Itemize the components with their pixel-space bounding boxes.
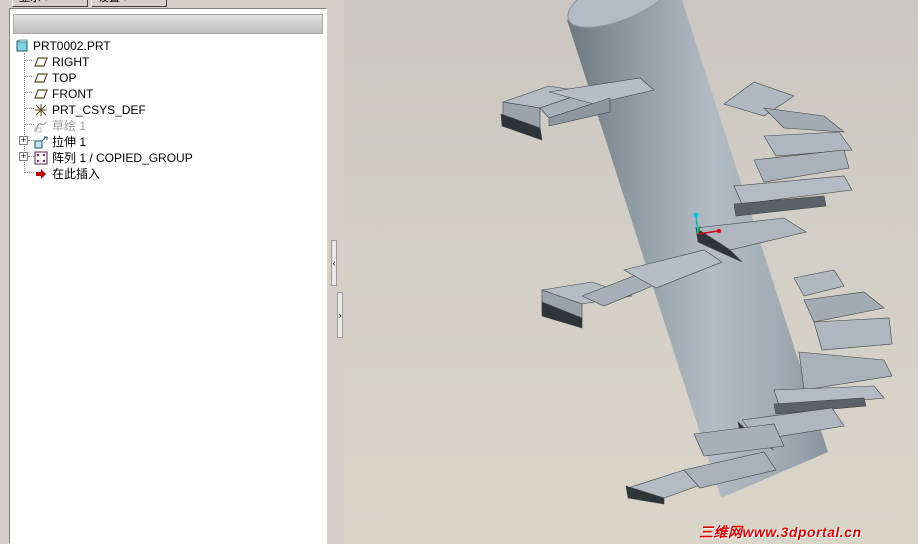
pane-splitter[interactable]: ‹ ›: [330, 0, 344, 544]
3d-model-screw: [500, 0, 893, 505]
display-menu-label: 显示: [19, 0, 41, 4]
pattern-icon: [34, 151, 48, 165]
tree-item-label: FRONT: [52, 86, 94, 101]
expand-toggle[interactable]: +: [19, 152, 28, 161]
datum-plane-icon: [34, 55, 48, 69]
part-icon: [15, 39, 29, 53]
settings-menu-button[interactable]: 设置 ▾: [91, 0, 167, 7]
settings-menu-label: 设置: [98, 0, 120, 4]
tree-connector-line: [24, 124, 34, 125]
tree-item-label: 草绘 1: [52, 118, 87, 133]
tree-item-top-plane[interactable]: TOP: [34, 69, 76, 85]
tree-item-label: 拉伸 1: [52, 134, 87, 149]
datum-plane-icon: [34, 87, 48, 101]
coordinate-system-icon: [34, 103, 48, 117]
graphics-viewport[interactable]: 三维网www.3dportal.cn: [344, 0, 918, 544]
model-tree-header: [13, 14, 323, 34]
tree-item-extrude[interactable]: 拉伸 1: [34, 133, 86, 149]
datum-plane-icon: [34, 71, 48, 85]
tree-connector-line: [24, 76, 34, 77]
tree-connector-line: [24, 172, 34, 173]
tree-item-insert-here[interactable]: 在此插入: [34, 165, 100, 181]
model-tree-pane: 显示 ▾ 设置 ▾ PRT0002.PRT RIGHT: [0, 0, 330, 544]
tree-item-label: 在此插入: [52, 166, 101, 181]
tree-item-csys[interactable]: PRT_CSYS_DEF: [34, 101, 146, 117]
extrude-icon: [34, 135, 48, 149]
tree-item-front-plane[interactable]: FRONT: [34, 85, 93, 101]
tree-connector-line: [24, 92, 34, 93]
tree-item-right-plane[interactable]: RIGHT: [34, 53, 89, 69]
tree-item-label: TOP: [52, 70, 77, 85]
tree-item-label: PRT0002.PRT: [33, 38, 111, 53]
collapse-pane-button[interactable]: ‹: [331, 240, 337, 286]
chevron-down-icon: ▾: [123, 0, 127, 3]
display-menu-button[interactable]: 显示 ▾: [12, 0, 88, 7]
tree-connector-line: [24, 108, 34, 109]
tree-connector-line: [24, 60, 34, 61]
tree-item-label: RIGHT: [52, 54, 90, 69]
model-tree: PRT0002.PRT RIGHT TOP FRONT PRT_CSYS_DEF: [9, 8, 327, 544]
tree-item-root-part[interactable]: PRT0002.PRT: [15, 37, 111, 53]
expand-toggle[interactable]: +: [19, 136, 28, 145]
tree-item-pattern[interactable]: 阵列 1 / COPIED_GROUP: [34, 149, 193, 165]
tree-item-sketch[interactable]: 草绘 1: [34, 117, 86, 133]
chevron-down-icon: ▾: [44, 0, 48, 3]
insert-here-arrow-icon: [34, 167, 48, 181]
watermark-text: 三维网www.3dportal.cn: [699, 524, 862, 540]
tree-item-label: 阵列 1 / COPIED_GROUP: [52, 150, 193, 165]
tree-item-label: PRT_CSYS_DEF: [52, 102, 146, 117]
expand-pane-button[interactable]: ›: [337, 292, 343, 338]
sketch-icon: [34, 119, 48, 133]
